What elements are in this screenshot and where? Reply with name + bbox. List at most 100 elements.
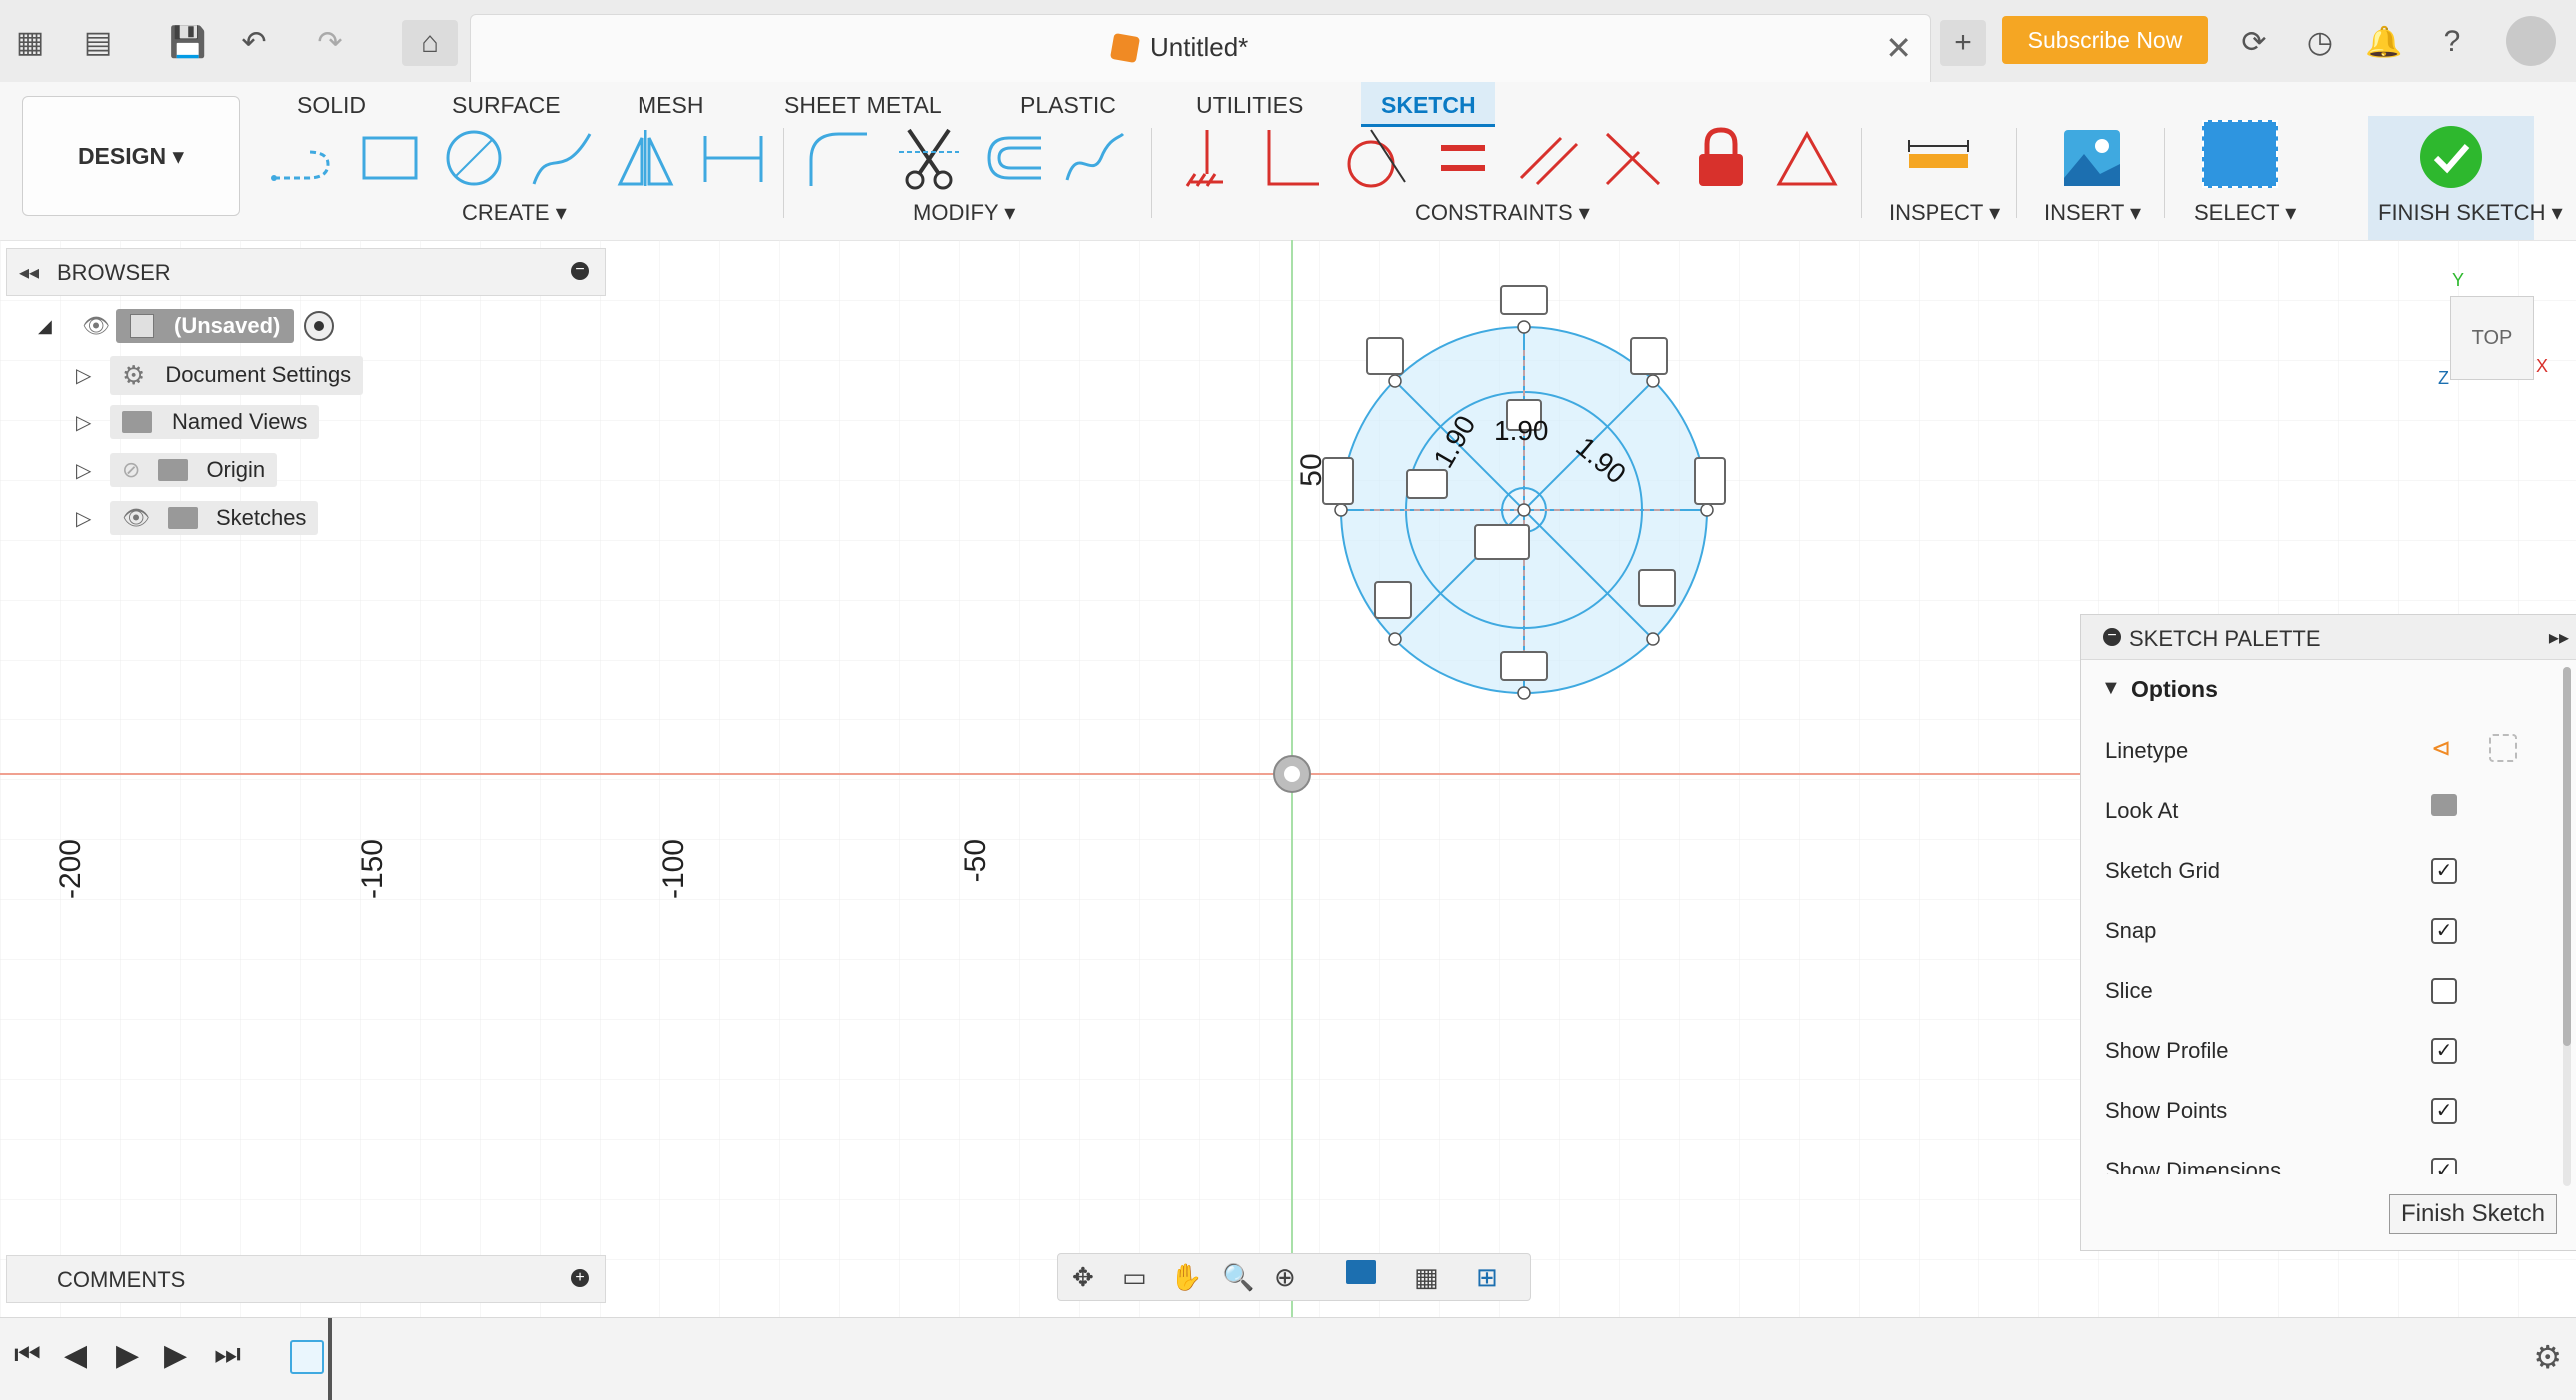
show-points-checkbox[interactable]: ✓: [2431, 1098, 2457, 1124]
fit-zoom-icon[interactable]: ⊕: [1274, 1262, 1296, 1293]
show-dimensions-checkbox[interactable]: ✓: [2431, 1158, 2457, 1174]
eye-visibility-icon[interactable]: 👁: [82, 313, 116, 339]
viewcube[interactable]: TOP: [2450, 296, 2534, 380]
tab-plastic[interactable]: PLASTIC: [1020, 92, 1116, 119]
zoom-icon[interactable]: 🔍: [1222, 1262, 1254, 1293]
design-workspace-button[interactable]: DESIGN ▾: [22, 96, 240, 216]
dimension-label[interactable]: 1.90: [1494, 415, 1549, 446]
home-icon[interactable]: ⌂: [402, 20, 458, 66]
inspect-menu[interactable]: INSPECT ▾: [1889, 200, 2000, 226]
centerline-linetype-icon[interactable]: [2489, 734, 2517, 762]
snap-checkbox[interactable]: ✓: [2431, 918, 2457, 944]
expand-triangle-icon[interactable]: ▷: [76, 506, 110, 531]
viewports-icon[interactable]: ⊞: [1476, 1262, 1498, 1293]
browser-panel-header[interactable]: ◂◂ BROWSER −: [6, 248, 606, 296]
offset-tool-icon[interactable]: [979, 124, 1047, 192]
symmetry-constraint-icon[interactable]: [1773, 124, 1841, 192]
palette-finish-sketch-button[interactable]: Finish Sketch: [2389, 1194, 2557, 1234]
palette-minimize-icon[interactable]: −: [2103, 628, 2121, 646]
add-comment-icon[interactable]: +: [571, 1269, 589, 1287]
palette-scrollbar[interactable]: [2563, 667, 2571, 1186]
browser-minimize-icon[interactable]: −: [571, 262, 589, 280]
finish-sketch-button[interactable]: FINISH SKETCH ▾: [2368, 116, 2563, 240]
new-tab-plus-icon[interactable]: +: [1940, 20, 1986, 66]
modify-menu[interactable]: MODIFY ▾: [913, 200, 1015, 226]
tangent-constraint-icon[interactable]: [1341, 124, 1409, 192]
root-component[interactable]: (Unsaved): [116, 309, 295, 343]
tab-mesh[interactable]: MESH: [638, 92, 703, 119]
document-settings-chip[interactable]: ⚙ Document Settings: [110, 355, 364, 395]
file-menu-icon[interactable]: ▤: [78, 22, 118, 62]
dimension-tool-icon[interactable]: [699, 124, 767, 192]
play-icon[interactable]: ▶: [116, 1338, 139, 1373]
slice-checkbox[interactable]: [2431, 978, 2457, 1004]
tab-surface[interactable]: SURFACE: [452, 92, 561, 119]
look-at-icon[interactable]: [2431, 794, 2457, 816]
browser-item-named-views[interactable]: ▷ Named Views: [76, 403, 320, 441]
subscribe-button[interactable]: Subscribe Now: [2002, 16, 2208, 64]
sketches-chip[interactable]: 👁 Sketches: [110, 501, 319, 535]
tab-utilities[interactable]: UTILITIES: [1196, 92, 1303, 119]
browser-item-document-settings[interactable]: ▷ ⚙ Document Settings: [76, 355, 364, 395]
redo-icon[interactable]: ↷: [310, 22, 350, 62]
save-icon[interactable]: 💾: [168, 22, 208, 62]
select-window-icon[interactable]: [2202, 120, 2278, 188]
origin-chip[interactable]: ⊘ Origin: [110, 453, 278, 487]
expand-triangle-icon[interactable]: ▷: [76, 363, 110, 388]
browser-item-origin[interactable]: ▷ ⊘ Origin: [76, 451, 278, 489]
go-to-start-icon[interactable]: ⏮: [14, 1338, 41, 1372]
tab-sketch[interactable]: SKETCH: [1381, 92, 1476, 119]
fix-lock-icon[interactable]: [1687, 124, 1755, 192]
tab-sheet-metal[interactable]: SHEET METAL: [784, 92, 942, 119]
browser-item-sketches[interactable]: ▷ 👁 Sketches: [76, 499, 319, 537]
pan-hand-icon[interactable]: ✋: [1170, 1262, 1202, 1293]
timeline-settings-gear-icon[interactable]: ⚙: [2533, 1338, 2562, 1376]
fillet-tool-icon[interactable]: [805, 124, 873, 192]
curve-tool-icon[interactable]: [1061, 124, 1129, 192]
insert-image-icon[interactable]: [2058, 124, 2126, 192]
create-menu[interactable]: CREATE ▾: [462, 200, 567, 226]
named-views-chip[interactable]: Named Views: [110, 405, 320, 439]
grid-settings-icon[interactable]: ▦: [1414, 1262, 1439, 1293]
collapse-panel-icon[interactable]: ◂◂: [19, 260, 39, 285]
sketch-grid-checkbox[interactable]: ✓: [2431, 858, 2457, 884]
tab-solid[interactable]: SOLID: [297, 92, 366, 119]
browser-root-row[interactable]: ◢ 👁 (Unsaved): [38, 307, 335, 345]
notifications-bell-icon[interactable]: 🔔: [2364, 22, 2404, 62]
eye-visibility-icon[interactable]: 👁: [122, 505, 150, 531]
spline-tool-icon[interactable]: [528, 124, 596, 192]
timeline-marker[interactable]: [328, 1318, 332, 1400]
comments-panel-header[interactable]: COMMENTS +: [6, 1255, 606, 1303]
select-menu[interactable]: SELECT ▾: [2194, 200, 2296, 226]
document-tab[interactable]: Untitled* ✕: [470, 14, 1931, 83]
trim-scissors-icon[interactable]: [895, 124, 963, 192]
construction-linetype-icon[interactable]: ⊲: [2431, 734, 2451, 763]
step-back-icon[interactable]: ◀: [64, 1338, 87, 1373]
line-tool-icon[interactable]: [268, 124, 336, 192]
measure-ruler-icon[interactable]: [1905, 124, 1972, 192]
look-at-icon[interactable]: ▭: [1122, 1262, 1147, 1293]
expand-triangle-icon[interactable]: ▷: [76, 458, 110, 483]
section-collapse-triangle-icon[interactable]: ▼: [2101, 677, 2121, 700]
step-forward-icon[interactable]: ▶: [164, 1338, 187, 1373]
avatar[interactable]: [2506, 16, 2556, 66]
display-settings-icon[interactable]: [1346, 1260, 1376, 1284]
undo-icon[interactable]: ↶: [234, 22, 274, 62]
go-to-end-icon[interactable]: ⏭: [214, 1338, 241, 1372]
show-profile-checkbox[interactable]: ✓: [2431, 1038, 2457, 1064]
job-status-clock-icon[interactable]: ◷: [2300, 22, 2340, 62]
apps-grid-icon[interactable]: ▦: [10, 22, 50, 62]
expand-triangle-icon[interactable]: ▷: [76, 410, 110, 435]
help-icon[interactable]: ?: [2432, 22, 2472, 62]
close-tab-icon[interactable]: ✕: [1885, 29, 1912, 67]
expand-panel-icon[interactable]: ▸▸: [2549, 625, 2569, 650]
orbit-icon[interactable]: ✥: [1072, 1262, 1094, 1293]
collapse-triangle-icon[interactable]: ◢: [38, 316, 64, 337]
eye-hidden-icon[interactable]: ⊘: [122, 457, 140, 483]
midpoint-constraint-icon[interactable]: [1599, 124, 1667, 192]
equal-constraint-icon[interactable]: [1429, 124, 1497, 192]
constraints-menu[interactable]: CONSTRAINTS ▾: [1415, 200, 1590, 226]
activate-radio-icon[interactable]: [304, 311, 335, 341]
insert-menu[interactable]: INSERT ▾: [2044, 200, 2141, 226]
extensions-icon[interactable]: ⟳: [2234, 22, 2274, 62]
